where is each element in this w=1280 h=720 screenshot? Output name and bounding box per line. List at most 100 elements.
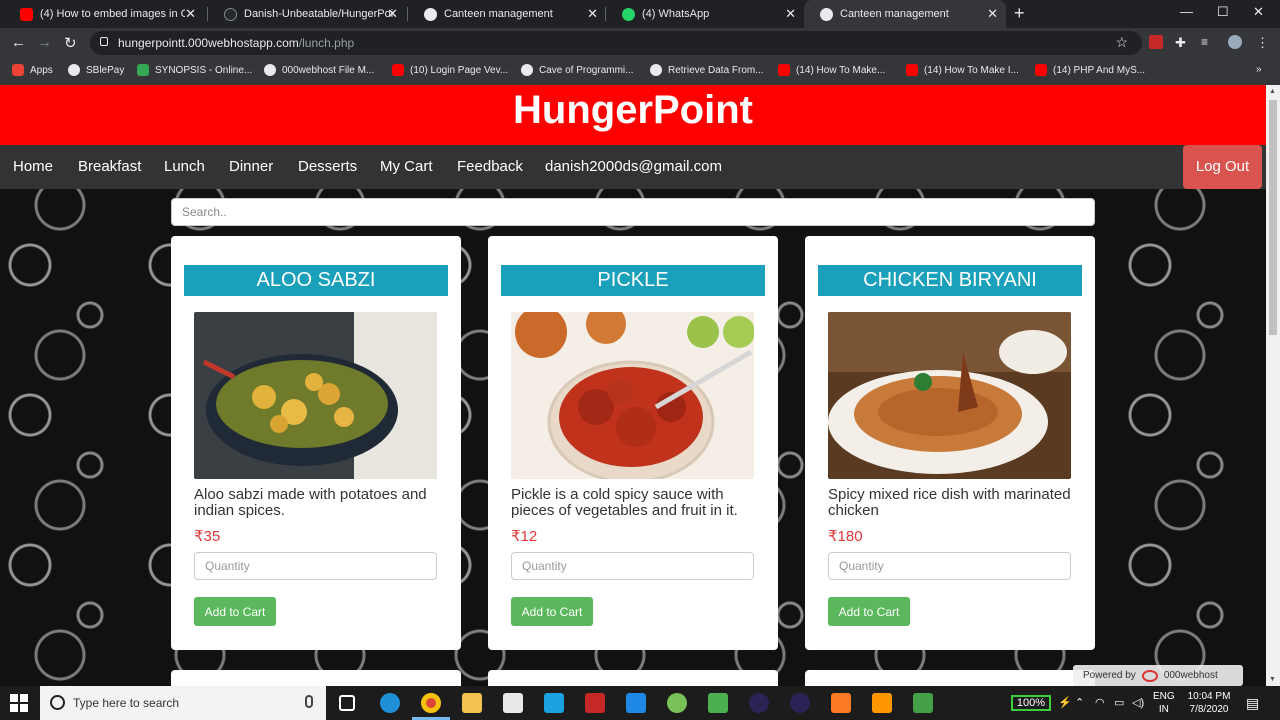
plug-icon[interactable]: ⚡	[1058, 696, 1072, 709]
browser-tab-strip: (4) How to embed images in Git ✕ Danish-…	[0, 0, 1280, 28]
volume-icon[interactable]: ◁)	[1132, 696, 1144, 709]
quantity-input[interactable]	[194, 552, 437, 580]
system-clock[interactable]: 10:04 PM 7/8/2020	[1185, 690, 1233, 716]
food-price: ₹35	[194, 528, 221, 545]
l-app-icon[interactable]	[544, 693, 564, 713]
chevron-up-icon[interactable]: ⌃	[1075, 696, 1084, 709]
powered-by-badge[interactable]: Powered by 000webhost	[1073, 665, 1243, 686]
browser-tab[interactable]: Danish-Unbeatable/HungerPoint ✕	[208, 0, 406, 28]
site-header: HungerPoint	[0, 85, 1266, 145]
scroll-down-icon[interactable]: ▼	[1269, 676, 1276, 683]
close-tab-icon[interactable]: ✕	[785, 6, 796, 22]
bookmark-item[interactable]: SBlePay	[68, 64, 124, 76]
globe-icon	[264, 64, 276, 76]
chrome-icon[interactable]	[421, 693, 441, 713]
browser-tab-active[interactable]: Canteen management ✕	[804, 0, 1006, 28]
avatar[interactable]	[1228, 35, 1242, 49]
browser-tab[interactable]: Canteen management ✕	[408, 0, 606, 28]
bookmark-item[interactable]: Cave of Programmi...	[521, 64, 633, 76]
food-name: CHICKEN BIRYANI	[818, 265, 1082, 296]
taskbar-search-box[interactable]: Type here to search	[40, 686, 326, 720]
nav-feedback[interactable]: Feedback	[457, 158, 523, 175]
food-description: Spicy mixed rice dish with marinated chi…	[828, 486, 1071, 519]
food-card	[171, 670, 461, 686]
food-card	[805, 670, 1095, 686]
menu-icon[interactable]: ⋮	[1256, 35, 1270, 50]
battery-indicator[interactable]: 100%	[1011, 695, 1051, 711]
apps-icon	[12, 64, 24, 76]
nav-home[interactable]: Home	[13, 158, 53, 175]
youtube-icon	[20, 7, 33, 21]
address-bar[interactable]: hungerpointt.000webhostapp.com/lunch.php…	[90, 31, 1142, 55]
task-view-icon[interactable]	[339, 695, 355, 711]
eclipse-icon[interactable]	[749, 693, 769, 713]
quantity-input[interactable]	[828, 552, 1071, 580]
food-image	[194, 312, 437, 479]
nav-lunch[interactable]: Lunch	[164, 158, 205, 175]
bookmark-item[interactable]: (14) PHP And MyS...	[1035, 64, 1145, 76]
reload-icon[interactable]: ↻	[64, 34, 77, 52]
globe-icon	[68, 64, 80, 76]
forward-icon[interactable]: →	[37, 34, 52, 51]
tab-label: Danish-Unbeatable/HungerPoint	[244, 8, 394, 20]
scroll-up-icon[interactable]: ▲	[1269, 88, 1276, 95]
add-to-cart-button[interactable]: Add to Cart	[511, 597, 593, 626]
back-icon[interactable]: ←	[11, 34, 26, 51]
notification-icon[interactable]: ▤	[1246, 695, 1259, 712]
close-tab-icon[interactable]: ✕	[387, 6, 398, 22]
mail-icon[interactable]	[626, 693, 646, 713]
language-indicator[interactable]: ENG IN	[1153, 690, 1175, 716]
xampp-icon[interactable]	[831, 693, 851, 713]
nav-dinner[interactable]: Dinner	[229, 158, 273, 175]
store-icon[interactable]	[503, 693, 523, 713]
close-window-icon[interactable]: ✕	[1253, 4, 1264, 20]
puzzle-icon[interactable]: ✚	[1175, 35, 1189, 50]
maximize-icon[interactable]: ☐	[1217, 4, 1229, 20]
nav-user-email[interactable]: danish2000ds@gmail.com	[545, 158, 722, 175]
edge-icon[interactable]	[380, 693, 400, 713]
windows-start-icon[interactable]	[10, 694, 28, 712]
tab-label: (4) How to embed images in Git	[40, 8, 185, 20]
search-input[interactable]	[171, 198, 1095, 226]
bookmark-item[interactable]: SYNOPSIS - Online...	[137, 64, 252, 76]
wifi-icon[interactable]: ◠	[1095, 696, 1105, 709]
bookmark-item[interactable]: Retrieve Data From...	[650, 64, 764, 76]
bookmark-item[interactable]: (10) Login Page Vev...	[392, 64, 508, 76]
page-scrollbar[interactable]: ▲ ▼	[1266, 85, 1280, 686]
quantity-input[interactable]	[511, 552, 754, 580]
scroll-thumb[interactable]	[1269, 100, 1277, 335]
mcafee-icon[interactable]	[585, 693, 605, 713]
close-tab-icon[interactable]: ✕	[587, 6, 598, 22]
bookmark-item[interactable]: Apps	[12, 64, 53, 76]
food-price: ₹180	[828, 528, 863, 545]
microphone-icon[interactable]	[305, 695, 313, 708]
close-tab-icon[interactable]: ✕	[987, 6, 998, 22]
eclipse-icon[interactable]	[790, 693, 810, 713]
network-icon[interactable]: ▭	[1114, 696, 1124, 709]
logout-button[interactable]: Log Out	[1183, 145, 1262, 189]
nav-breakfast[interactable]: Breakfast	[78, 158, 141, 175]
add-to-cart-button[interactable]: Add to Cart	[828, 597, 910, 626]
git-icon[interactable]	[913, 693, 933, 713]
browser-tab[interactable]: (4) WhatsApp ✕	[606, 0, 804, 28]
nav-my-cart[interactable]: My Cart	[380, 158, 433, 175]
new-tab-icon[interactable]: +	[1014, 3, 1025, 24]
more-bookmarks-icon[interactable]: »	[1256, 64, 1262, 75]
close-tab-icon[interactable]: ✕	[185, 6, 196, 22]
bookmark-item[interactable]: (14) How To Make I...	[906, 64, 1019, 76]
file-explorer-icon[interactable]	[462, 693, 482, 713]
browser-tab[interactable]: (4) How to embed images in Git ✕	[4, 0, 204, 28]
nav-desserts[interactable]: Desserts	[298, 158, 357, 175]
bookmark-item[interactable]: 000webhost File M...	[264, 64, 374, 76]
add-to-cart-button[interactable]: Add to Cart	[194, 597, 276, 626]
media-icon[interactable]: ≡	[1201, 35, 1215, 49]
android-studio-icon[interactable]	[667, 693, 687, 713]
food-description: Pickle is a cold spicy sauce with pieces…	[511, 486, 738, 519]
sublime-text-icon[interactable]	[872, 693, 892, 713]
minimize-icon[interactable]: —	[1180, 4, 1193, 19]
notepad-plus-icon[interactable]	[708, 693, 728, 713]
bookmark-star-icon[interactable]: ☆	[1115, 34, 1128, 51]
bookmark-item[interactable]: (14) How To Make...	[778, 64, 885, 76]
extension-icon[interactable]	[1149, 35, 1163, 49]
food-price: ₹12	[511, 528, 538, 545]
